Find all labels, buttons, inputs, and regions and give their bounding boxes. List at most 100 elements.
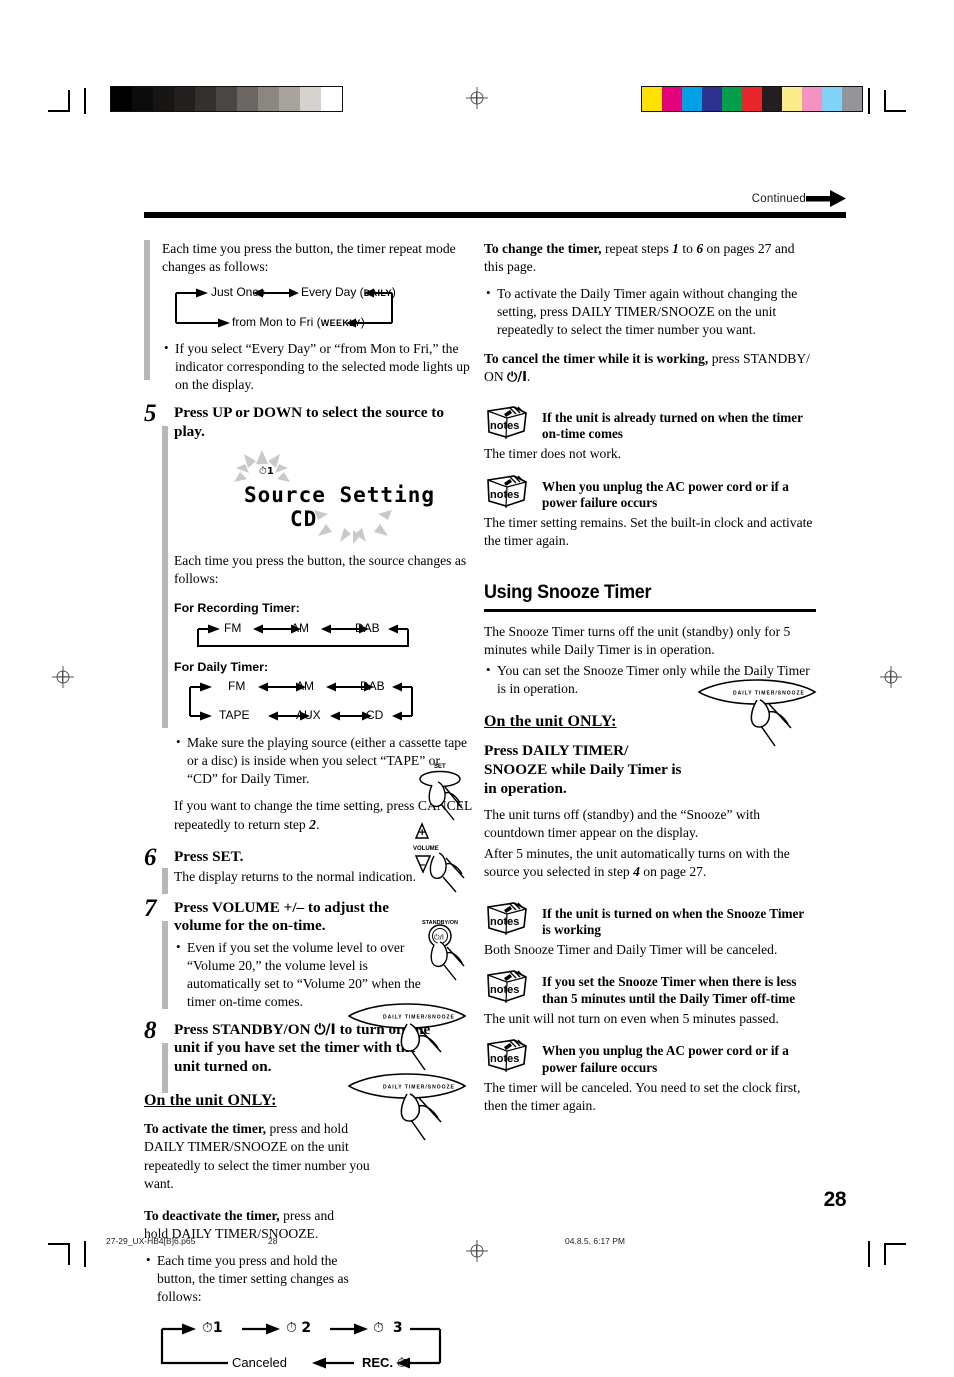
- step-5-heading: Press UP or DOWN to select the source to…: [174, 404, 444, 441]
- flow-node-every-day: Every Day (DAILY): [301, 285, 396, 301]
- change-timer-mid-a: repeat steps: [601, 241, 673, 256]
- cancel-timer-paragraph: To cancel the timer while it is working,…: [484, 350, 816, 386]
- note-title: When you unplug the AC power cord or if …: [542, 1043, 789, 1075]
- snooze-body-step: 4: [633, 863, 640, 879]
- cycle-clock-icon-rec: ⏱: [396, 1356, 407, 1372]
- every-day-close: ): [391, 285, 396, 300]
- note-body: The unit will not turn on even when 5 mi…: [484, 1011, 779, 1027]
- registration-mark-top: [466, 87, 488, 109]
- daily-source-dab: DAB: [360, 679, 385, 694]
- step-8-margin-bar: [162, 1042, 168, 1093]
- crop-mark-bl-h: [48, 1243, 70, 1245]
- recording-timer-label: For Recording Timer:: [174, 601, 300, 616]
- step-7-number: 7: [144, 894, 157, 922]
- cycle-timer-1: ⏱1: [202, 1319, 223, 1338]
- step-6-margin-bar: [162, 867, 168, 894]
- note-title: If the unit is already turned on when th…: [542, 409, 803, 442]
- color-swatch-5: [742, 87, 762, 111]
- repeat-note-item: If you select “Every Day” or “from Mon t…: [162, 339, 474, 394]
- crop-mark-tl-h: [48, 110, 70, 112]
- notes-icon: notes: [484, 405, 530, 439]
- note-block: notes When you unplug the AC power cord …: [484, 1039, 816, 1076]
- footer-timestamp: 04.8.5, 6:17 PM: [565, 1236, 626, 1246]
- set-button-label: SET: [434, 764, 446, 770]
- grayscale-calibration-bar: [110, 86, 343, 112]
- cancel-note-text-b: .: [315, 816, 320, 832]
- gray-swatch-1: [132, 87, 153, 111]
- svg-text:notes: notes: [490, 489, 519, 501]
- step-7-heading: Press VOLUME +/– to adjust the volume fo…: [174, 898, 389, 935]
- color-swatch-2: [682, 87, 702, 111]
- page-number: 28: [823, 1188, 847, 1211]
- color-swatch-7: [782, 87, 802, 111]
- registration-mark-right: [880, 666, 902, 688]
- color-swatch-3: [702, 87, 722, 111]
- power-symbol-icon: ⏻/I: [314, 1021, 336, 1038]
- deactivate-timer-bold: To deactivate the timer,: [144, 1207, 280, 1223]
- color-swatch-9: [822, 87, 842, 111]
- color-swatch-1: [662, 87, 682, 111]
- gray-swatch-7: [258, 87, 279, 111]
- change-timer-bullet: To activate the Daily Timer again withou…: [484, 284, 816, 339]
- flow-node-mon-to-fri: from Mon to Fri (WEEKLY): [232, 315, 365, 331]
- mon-to-fri-close: ): [360, 315, 365, 330]
- rec-source-dab: DAB: [355, 620, 380, 635]
- cancel-timer-bold: To cancel the timer while it is working,: [484, 351, 709, 367]
- gray-swatch-6: [237, 87, 258, 111]
- gray-swatch-4: [195, 87, 216, 111]
- color-calibration-bar: [641, 86, 863, 112]
- note-body: The timer will be canceled. You need to …: [484, 1079, 801, 1114]
- cycle-rec: REC. ⏱: [362, 1354, 407, 1372]
- volume-plus-label: +: [419, 827, 425, 839]
- daily-timer-snooze-activate-illustration: DAILY TIMER/SNOOZE: [345, 1000, 475, 1077]
- gray-swatch-2: [153, 87, 174, 111]
- cycle-rec-label: REC.: [362, 1355, 394, 1371]
- step-5-margin-bar: [162, 426, 168, 729]
- crop-mark-tr-v: [884, 90, 886, 112]
- repeat-intro: Each time you press the button, the time…: [162, 240, 474, 276]
- rec-source-fm: FM: [224, 620, 242, 635]
- standby-power-icon: ⏻/I: [434, 934, 444, 942]
- note-title: When you unplug the AC power cord or if …: [542, 478, 789, 510]
- footer-page: 28: [268, 1236, 278, 1246]
- gray-swatch-0: [111, 87, 132, 111]
- header-rule: [144, 212, 846, 218]
- cycle-clock-icon-2: ⏱: [286, 1320, 297, 1337]
- section-heading-rule: [484, 609, 816, 613]
- note-title: If the unit is turned on when the Snooze…: [542, 905, 804, 938]
- svg-text:notes: notes: [490, 1053, 519, 1065]
- footer-filename: 27-29_UX-HB4[B]6.p65: [106, 1236, 196, 1246]
- deactivate-bullet: Each time you press and hold the button,…: [144, 1251, 364, 1306]
- snooze-body-a: The unit turns off (standby) and the “Sn…: [484, 807, 761, 841]
- section-heading: Using Snooze Timer: [484, 581, 652, 604]
- timer-number: 1: [266, 466, 274, 478]
- volume-button-label: VOLUME: [413, 846, 439, 852]
- crop-mark-br-h: [884, 1243, 906, 1245]
- step-8-head-a: Press STANDBY/ON: [174, 1020, 315, 1038]
- daily-timer-snooze-label: DAILY TIMER/SNOOZE: [383, 1015, 455, 1021]
- timer-cycle-diagram: ⏱1 ⏱ 2 ⏱ 3 REC. ⏱ Canceled: [158, 1315, 474, 1377]
- recording-timer-flow: FM AM DAB: [194, 620, 474, 650]
- crop-mark-br-v: [884, 1243, 886, 1265]
- color-swatch-10: [842, 87, 862, 111]
- gray-swatch-3: [174, 87, 195, 111]
- note-title: If you set the Snooze Timer when there i…: [542, 974, 797, 1006]
- activate-timer-bold: To activate the timer,: [144, 1121, 267, 1137]
- cycle-clock-icon-3: ⏱: [373, 1320, 384, 1337]
- cancel-note-step: 2: [309, 816, 316, 832]
- every-day-text: Every Day (: [301, 285, 364, 300]
- standby-on-button-illustration: STANDBY/ON ⏻/I: [412, 916, 482, 987]
- change-timer-mid-b: to: [678, 241, 697, 256]
- snooze-instruction: Press DAILY TIMER/ SNOOZE while Daily Ti…: [484, 741, 682, 798]
- daily-timer-label: For Daily Timer:: [174, 659, 269, 674]
- step-8-number: 8: [144, 1016, 157, 1044]
- svg-text:notes: notes: [490, 420, 519, 432]
- flow-node-just-once: Just Once: [211, 285, 266, 300]
- notes-icon: notes: [484, 901, 530, 935]
- daily-badge: DAILY: [363, 288, 392, 299]
- note-body: The timer does not work.: [484, 446, 622, 462]
- gray-swatch-9: [300, 87, 321, 111]
- timer-clock-icon: ⏱: [259, 466, 267, 478]
- cycle-label-1: 1: [212, 1320, 223, 1337]
- color-swatch-6: [762, 87, 782, 111]
